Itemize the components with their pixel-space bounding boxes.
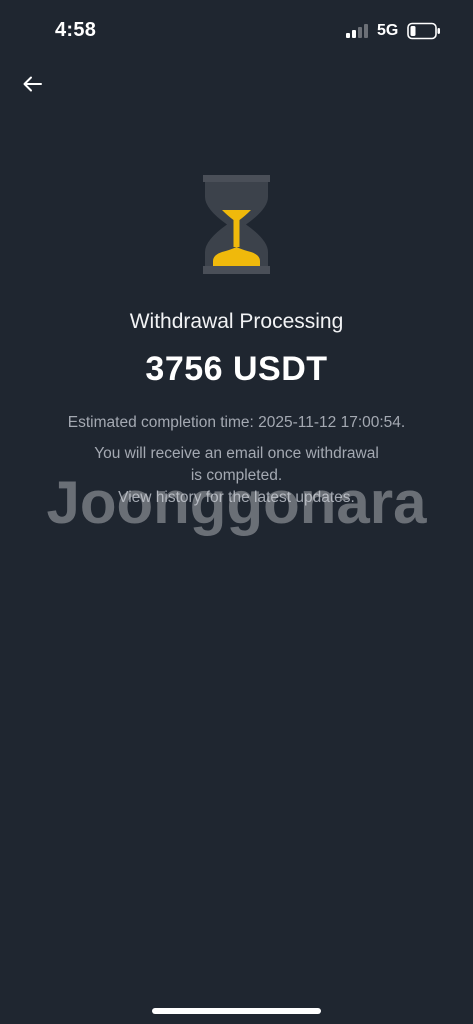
status-time: 4:58 (55, 19, 97, 41)
hourglass-icon (203, 175, 270, 274)
info-message: You will receive an email once withdrawa… (0, 443, 473, 509)
withdrawal-amount: 3756 USDT (145, 350, 328, 388)
signal-bars-icon (346, 24, 368, 38)
battery-icon (407, 22, 440, 40)
status-bar: 4:58 5G (0, 0, 473, 64)
info-line: View history for the latest updates. (118, 489, 355, 506)
back-button[interactable] (18, 70, 48, 98)
network-label: 5G (377, 22, 399, 39)
estimated-completion-time: Estimated completion time: 2025-11-12 17… (67, 414, 406, 431)
status-title: Withdrawal Processing (129, 310, 344, 333)
arrow-left-icon (23, 76, 42, 92)
info-line: You will receive an email once withdrawa… (94, 445, 379, 462)
info-line: is completed. (190, 467, 283, 484)
home-indicator[interactable] (152, 1008, 321, 1014)
